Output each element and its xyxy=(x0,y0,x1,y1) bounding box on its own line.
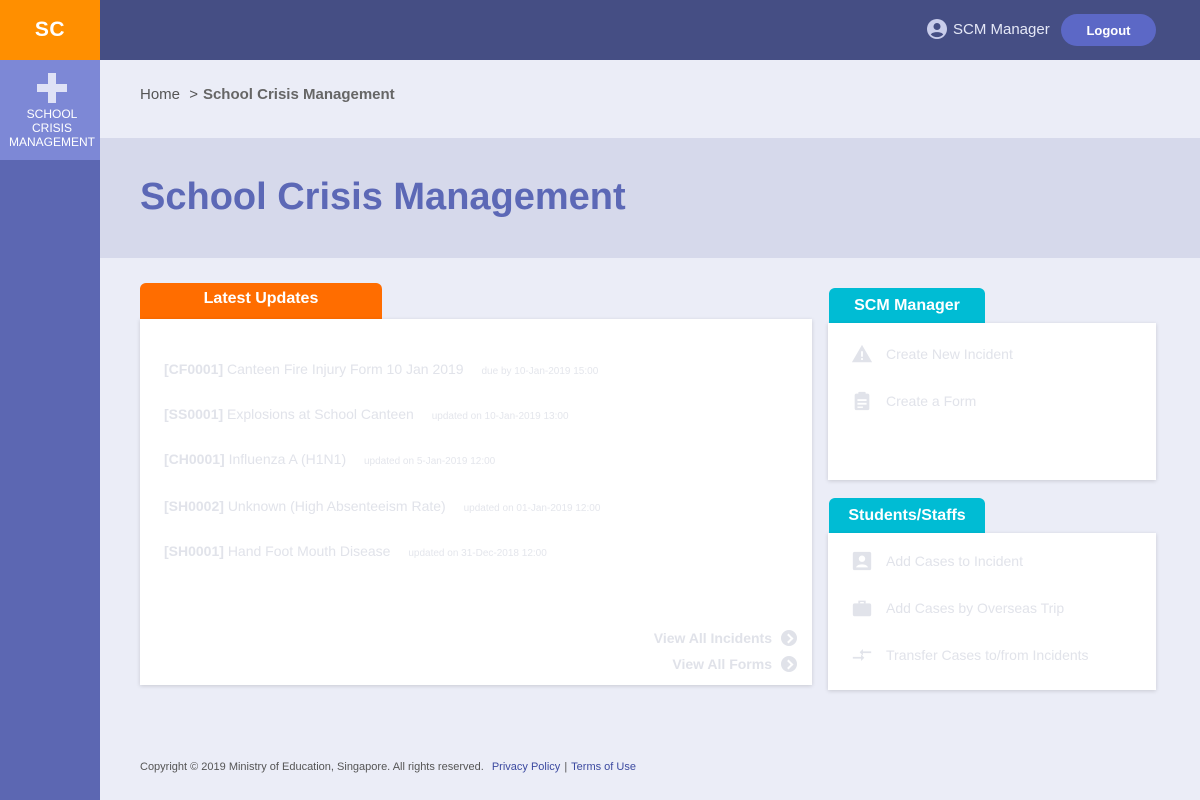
transfer-cases-action[interactable]: Transfer Cases to/from Incidents xyxy=(851,644,1089,666)
footer-copyright: Copyright © 2019 Ministry of Education, … xyxy=(140,761,484,773)
create-new-incident-label: Create New Incident xyxy=(886,346,1013,362)
plus-icon xyxy=(37,73,67,103)
warning-icon xyxy=(851,343,873,365)
update-code: [SH0001] xyxy=(164,543,224,559)
view-all-incidents-link[interactable]: View All Incidents xyxy=(654,630,797,646)
create-new-incident-action[interactable]: Create New Incident xyxy=(851,343,1013,365)
update-item[interactable]: [SH0002] Unknown (High Absenteeism Rate)… xyxy=(164,498,600,514)
briefcase-icon xyxy=(851,597,873,619)
terms-of-use-link[interactable]: Terms of Use xyxy=(571,761,636,773)
update-meta: updated on 10-Jan-2019 13:00 xyxy=(431,411,569,422)
breadcrumb: Home > School Crisis Management xyxy=(140,86,395,103)
update-title: Hand Foot Mouth Disease xyxy=(227,543,391,559)
update-item[interactable]: [CH0001] Influenza A (H1N1) updated on 5… xyxy=(164,451,495,467)
update-title: Unknown (High Absenteeism Rate) xyxy=(227,498,446,514)
update-item[interactable]: [CF0001] Canteen Fire Injury Form 10 Jan… xyxy=(164,361,598,377)
breadcrumb-separator: > xyxy=(189,86,198,103)
sidebar-item-label: SCHOOL CRISIS MANAGEMENT xyxy=(8,107,95,149)
contact-icon xyxy=(851,550,873,572)
update-meta: updated on 31-Dec-2018 12:00 xyxy=(408,548,547,559)
update-code: [CF0001] xyxy=(164,361,224,377)
add-cases-to-incident-action[interactable]: Add Cases to Incident xyxy=(851,550,1023,572)
transfer-icon xyxy=(851,644,873,666)
update-title: Canteen Fire Injury Form 10 Jan 2019 xyxy=(227,361,464,377)
update-meta: due by 10-Jan-2019 15:00 xyxy=(481,366,599,377)
top-header: SCM Manager Logout xyxy=(100,0,1200,60)
update-meta: updated on 01-Jan-2019 12:00 xyxy=(463,503,601,514)
update-meta: updated on 5-Jan-2019 12:00 xyxy=(364,456,496,467)
add-cases-by-overseas-trip-action[interactable]: Add Cases by Overseas Trip xyxy=(851,597,1064,619)
update-title: Explosions at School Canteen xyxy=(227,406,414,422)
latest-updates-card: [CF0001] Canteen Fire Injury Form 10 Jan… xyxy=(140,319,812,685)
scm-manager-tab: SCM Manager xyxy=(829,288,985,324)
page-title: School Crisis Management xyxy=(140,176,626,218)
add-cases-by-overseas-trip-label: Add Cases by Overseas Trip xyxy=(886,600,1065,616)
create-form-action[interactable]: Create a Form xyxy=(851,390,976,412)
sidebar: SC SCHOOL CRISIS MANAGEMENT xyxy=(0,0,100,800)
logout-button[interactable]: Logout xyxy=(1061,14,1156,46)
students-staffs-card: Add Cases to Incident Add Cases by Overs… xyxy=(828,533,1156,690)
chevron-right-icon xyxy=(781,630,797,646)
view-all-incidents-label: View All Incidents xyxy=(653,630,772,646)
update-item[interactable]: [SS0001] Explosions at School Canteen up… xyxy=(164,406,569,422)
title-band: School Crisis Management xyxy=(100,138,1200,258)
update-code: [SH0002] xyxy=(164,498,224,514)
app-logo[interactable]: SC xyxy=(0,0,100,60)
view-all-forms-label: View All Forms xyxy=(672,656,772,672)
add-cases-to-incident-label: Add Cases to Incident xyxy=(886,553,1023,569)
update-code: [SS0001] xyxy=(164,406,224,422)
update-item[interactable]: [SH0001] Hand Foot Mouth Disease updated… xyxy=(164,543,547,559)
breadcrumb-home[interactable]: Home xyxy=(140,86,180,103)
chevron-right-icon xyxy=(781,656,797,672)
scm-manager-card: Create New Incident Create a Form xyxy=(828,323,1156,480)
create-form-label: Create a Form xyxy=(886,393,977,409)
sidebar-item-school-crisis-management[interactable]: SCHOOL CRISIS MANAGEMENT xyxy=(0,60,100,160)
footer-separator: | xyxy=(564,761,568,773)
transfer-cases-label: Transfer Cases to/from Incidents xyxy=(886,647,1089,663)
breadcrumb-current: School Crisis Management xyxy=(202,86,395,103)
user-avatar-icon xyxy=(927,19,947,39)
privacy-policy-link[interactable]: Privacy Policy xyxy=(492,761,560,773)
clipboard-icon xyxy=(851,390,873,412)
footer: Copyright © 2019 Ministry of Education, … xyxy=(140,761,636,773)
user-name: SCM Manager xyxy=(953,20,1050,38)
latest-updates-tab: Latest Updates xyxy=(140,283,382,319)
update-code: [CH0001] xyxy=(164,451,225,467)
user-menu[interactable]: SCM Manager xyxy=(927,19,1050,39)
students-staffs-tab: Students/Staffs xyxy=(829,498,985,534)
view-all-forms-link[interactable]: View All Forms xyxy=(672,656,797,672)
update-title: Influenza A (H1N1) xyxy=(228,451,347,467)
